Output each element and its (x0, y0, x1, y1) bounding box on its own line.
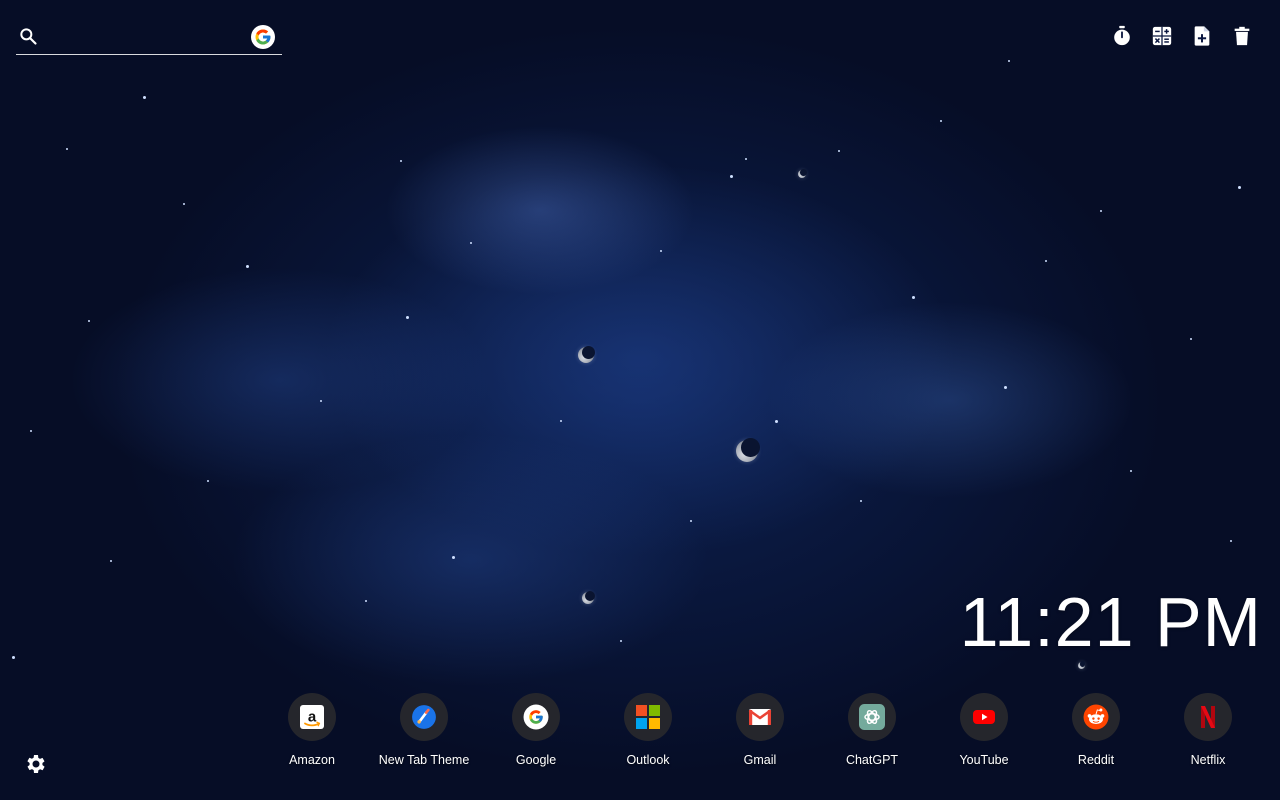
google-g-icon[interactable] (251, 25, 275, 49)
amazon-icon: a (288, 693, 336, 741)
shortcut-label: Gmail (743, 753, 777, 767)
shortcut-gmail[interactable]: Gmail (704, 693, 816, 767)
search-input[interactable] (50, 24, 244, 50)
shortcut-new-tab-theme[interactable]: New Tab Theme (368, 693, 480, 767)
shortcut-label: New Tab Theme (378, 753, 470, 767)
shortcut-netflix[interactable]: Netflix (1152, 693, 1264, 767)
shortcut-label: Netflix (1190, 753, 1226, 767)
new-tab-theme-icon (400, 693, 448, 741)
search-icon[interactable] (18, 26, 38, 46)
shortcut-reddit[interactable]: Reddit (1040, 693, 1152, 767)
top-toolbar (1110, 24, 1254, 48)
shortcut-amazon[interactable]: a Amazon (256, 693, 368, 767)
space-background (0, 0, 1280, 800)
netflix-icon (1184, 693, 1232, 741)
youtube-icon (960, 693, 1008, 741)
stopwatch-icon[interactable] (1110, 24, 1134, 48)
trash-icon[interactable] (1230, 24, 1254, 48)
chatgpt-icon (848, 693, 896, 741)
calculator-icon[interactable] (1150, 24, 1174, 48)
shortcut-youtube[interactable]: YouTube (928, 693, 1040, 767)
gmail-icon (736, 693, 784, 741)
note-add-icon[interactable] (1190, 24, 1214, 48)
svg-text:a: a (308, 709, 317, 726)
shortcut-google[interactable]: Google (480, 693, 592, 767)
reddit-icon (1072, 693, 1120, 741)
microsoft-icon (624, 693, 672, 741)
gear-icon[interactable] (24, 752, 48, 776)
shortcut-label: Reddit (1077, 753, 1115, 767)
shortcut-outlook[interactable]: Outlook (592, 693, 704, 767)
shortcut-label: YouTube (959, 753, 1009, 767)
search-bar (16, 20, 282, 55)
shortcut-label: Outlook (626, 753, 670, 767)
shortcut-bar: a Amazon New Tab Theme Google Outlook Gm… (256, 693, 1264, 767)
shortcut-label: Amazon (289, 753, 335, 767)
shortcut-label: Google (515, 753, 557, 767)
clock: 11:21 PM (959, 583, 1262, 661)
shortcut-label: ChatGPT (845, 753, 899, 767)
google-icon (512, 693, 560, 741)
shortcut-chatgpt[interactable]: ChatGPT (816, 693, 928, 767)
